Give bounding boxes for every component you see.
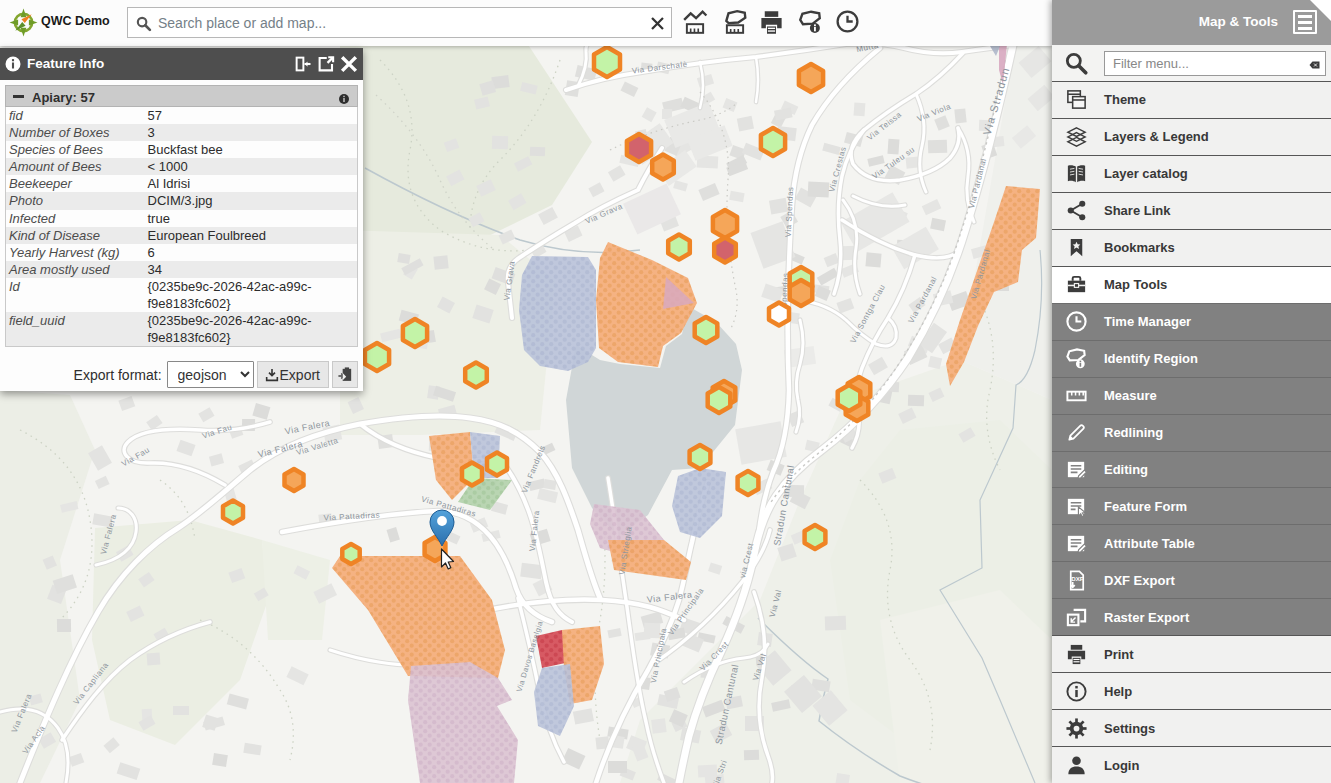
svg-text:DXF: DXF xyxy=(1071,575,1084,582)
